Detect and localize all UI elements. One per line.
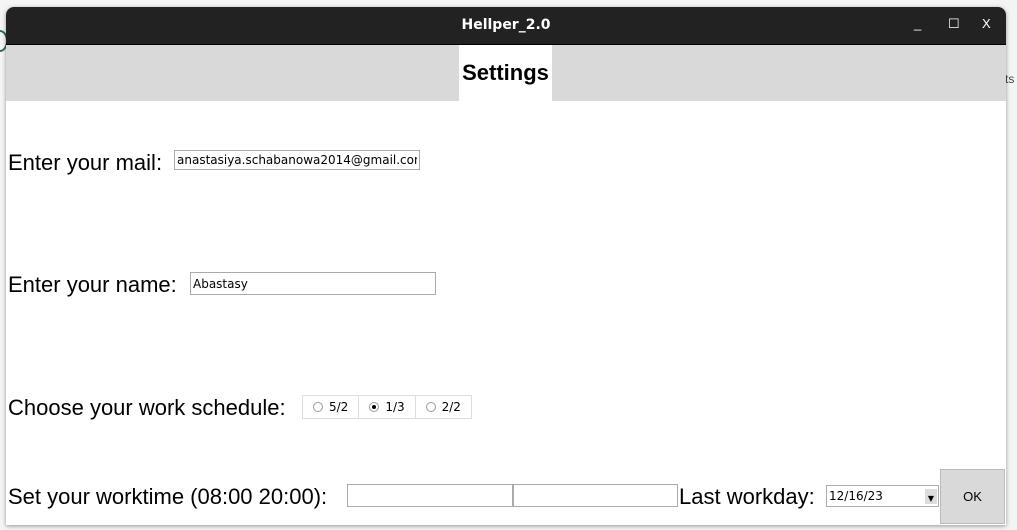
- close-button[interactable]: X: [982, 16, 991, 31]
- date-value: 12/16/23: [829, 489, 883, 503]
- worktime-start-input[interactable]: [347, 484, 513, 507]
- radio-icon: [425, 402, 436, 412]
- last-workday-label: Last workday:: [679, 484, 815, 509]
- last-workday-date-picker[interactable]: 12/16/23 ▼: [826, 485, 939, 507]
- worktime-label: Set your worktime (08:00 20:00):: [8, 484, 328, 509]
- ok-button[interactable]: OK: [940, 469, 1005, 524]
- background-text-fragment: ts: [1005, 72, 1015, 86]
- tab-settings[interactable]: Settings: [459, 45, 552, 101]
- name-input[interactable]: [190, 272, 436, 295]
- title-bar: Hellper_2.0 _ ☐ X: [6, 7, 1006, 45]
- schedule-radio-2-2[interactable]: 2/2: [416, 396, 471, 418]
- schedule-label: Choose your work schedule:: [8, 395, 286, 420]
- tab-bar: Settings: [6, 45, 1006, 101]
- radio-selected-icon: [369, 402, 380, 412]
- dropdown-arrow-icon[interactable]: ▼: [925, 489, 937, 504]
- window-title: Hellper_2.0: [461, 17, 551, 33]
- schedule-radio-5-2[interactable]: 5/2: [303, 396, 360, 418]
- schedule-radio-group: 5/2 1/3 2/2: [302, 395, 472, 419]
- minimize-button[interactable]: _: [914, 16, 921, 31]
- mail-label: Enter your mail:: [8, 150, 163, 175]
- schedule-radio-1-3[interactable]: 1/3: [359, 396, 416, 418]
- mail-input[interactable]: [174, 150, 420, 170]
- worktime-end-input[interactable]: [513, 484, 678, 507]
- app-window: Hellper_2.0 _ ☐ X Settings Enter your ma…: [6, 7, 1006, 525]
- name-label: Enter your name:: [8, 272, 177, 297]
- radio-icon: [313, 402, 323, 412]
- maximize-button[interactable]: ☐: [948, 16, 960, 32]
